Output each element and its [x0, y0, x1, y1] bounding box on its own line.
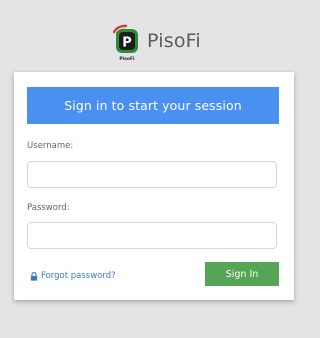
- username-field[interactable]: [27, 161, 277, 188]
- brand-name: PisoFi: [147, 30, 201, 52]
- logo-letter: P: [122, 36, 132, 51]
- logo-caption: PisoFi: [119, 56, 135, 62]
- forgot-password-link[interactable]: Forgot password?: [30, 271, 116, 281]
- lock-icon: [30, 271, 38, 281]
- login-header: Sign in to start your session: [27, 87, 279, 124]
- wifi-coin-logo-icon: P PisoFi: [112, 24, 138, 62]
- sign-in-button[interactable]: Sign In: [205, 262, 279, 286]
- username-label: Username:: [27, 141, 74, 151]
- login-page: P PisoFi PisoFi Sign in to start your se…: [0, 0, 309, 338]
- password-label: Password:: [27, 203, 70, 213]
- brand: P PisoFi PisoFi: [110, 22, 210, 62]
- login-card: Sign in to start your session Username: …: [14, 72, 294, 300]
- password-field[interactable]: [27, 222, 277, 249]
- forgot-password-label: Forgot password?: [41, 271, 116, 281]
